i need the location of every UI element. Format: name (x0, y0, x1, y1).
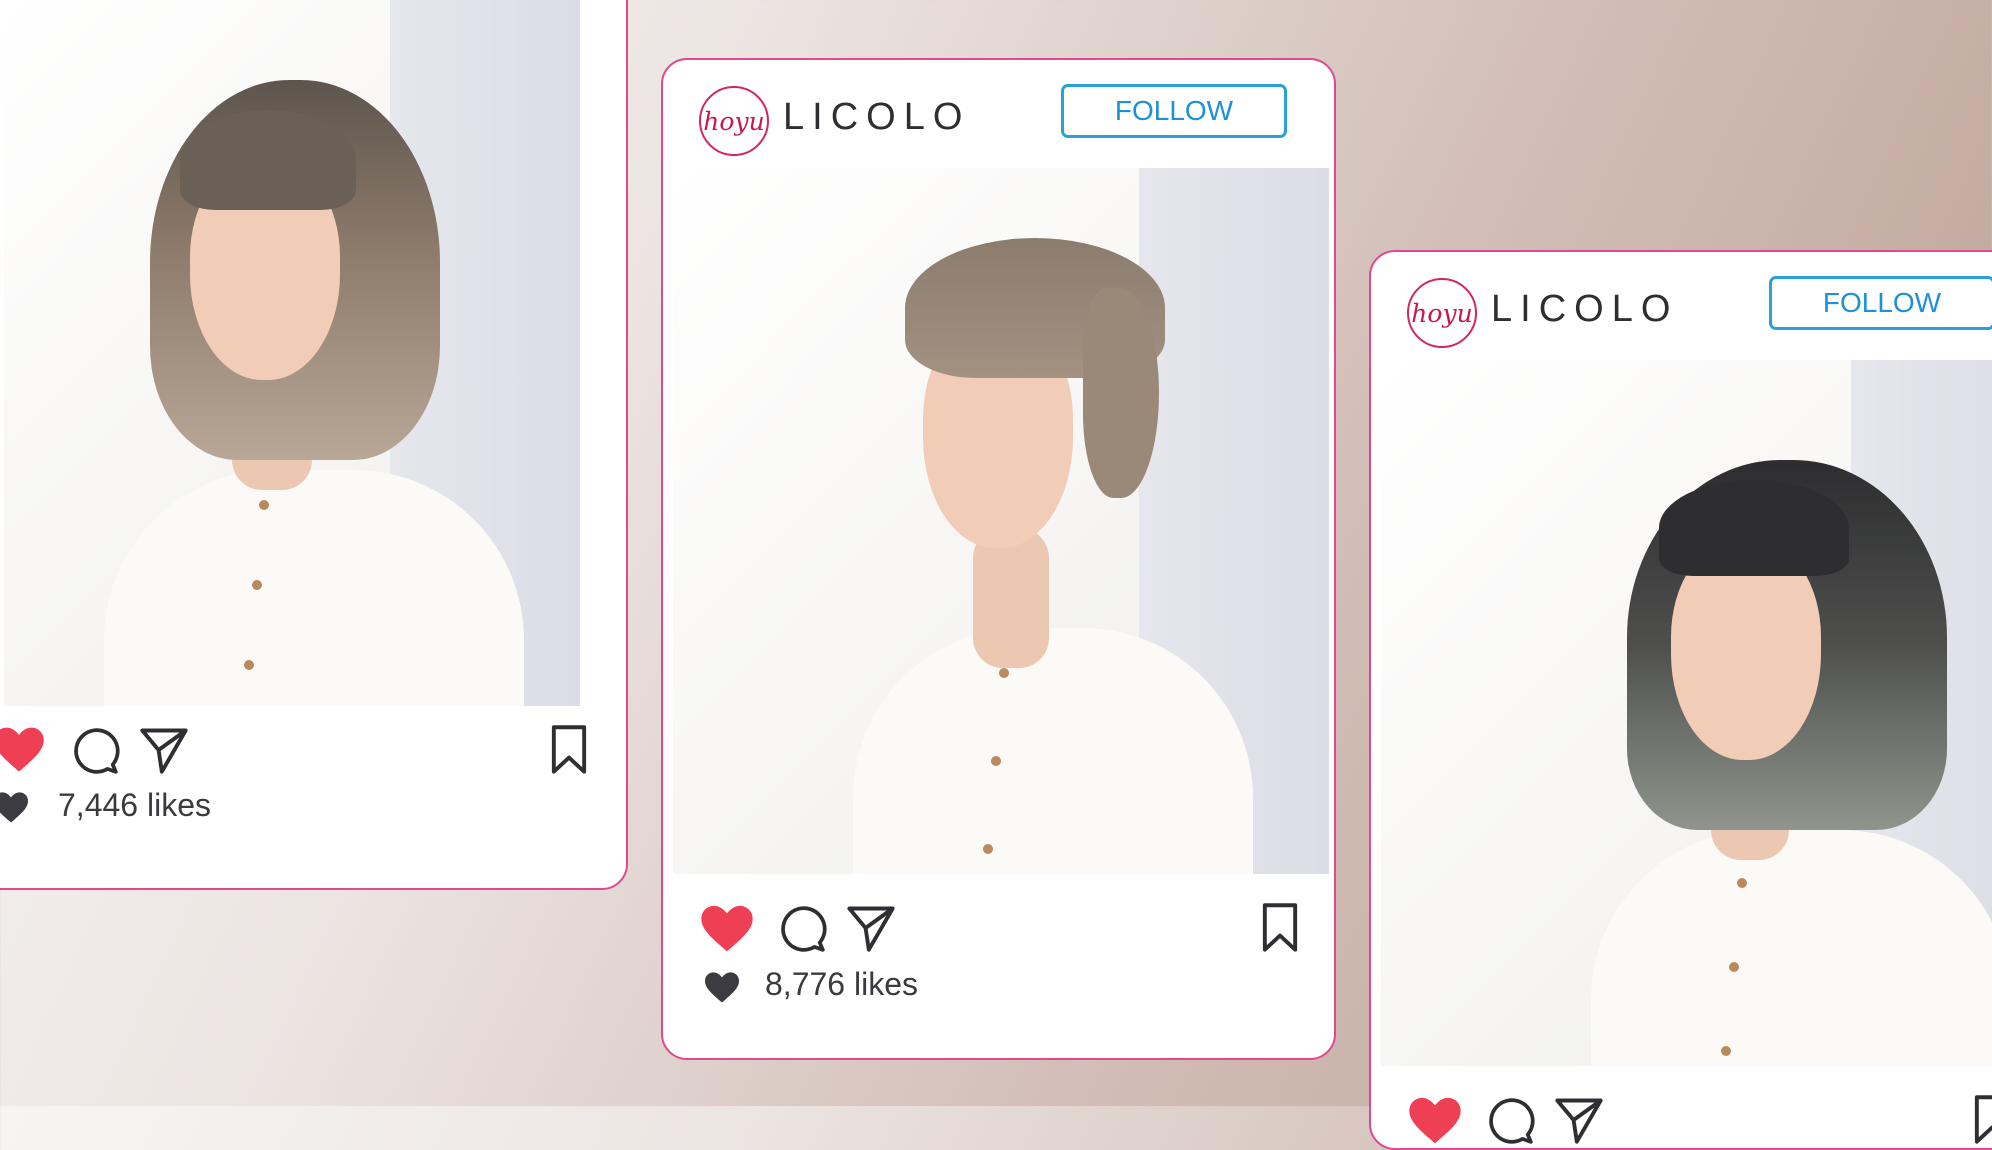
post-header: hoyu LICOLO FOLLOW (663, 60, 1334, 172)
share-icon[interactable] (1551, 1094, 1607, 1146)
bookmark-icon[interactable] (1259, 902, 1301, 954)
likes-count: 8,776 likes (765, 966, 918, 1002)
share-icon[interactable] (136, 724, 192, 776)
heart-icon[interactable] (699, 902, 755, 954)
brand-logo[interactable]: hoyu (1407, 278, 1477, 348)
likes-heart-icon (705, 972, 739, 1003)
brand-logo[interactable]: hoyu (699, 86, 769, 156)
brand-name[interactable]: LICOLO (1491, 288, 1678, 331)
follow-button[interactable]: FOLLOW (1769, 276, 1992, 330)
bookmark-icon[interactable] (548, 724, 590, 776)
likes-heart-icon (0, 792, 29, 823)
heart-icon[interactable] (1407, 1094, 1463, 1146)
post-photo[interactable] (4, 0, 580, 706)
post-header: hoyu LICOLO FOLLOW (1371, 252, 1992, 364)
comment-icon[interactable] (70, 726, 120, 776)
post-photo[interactable] (1381, 360, 1992, 1066)
post-photo[interactable] (673, 168, 1329, 874)
post-card: hoyu LICOLO FOLLOW (1369, 250, 1992, 1150)
post-card: 7,446 likes (0, 0, 628, 890)
comment-icon[interactable] (1485, 1096, 1535, 1146)
post-card: hoyu LICOLO FOLLOW 8,776 likes (661, 58, 1336, 1060)
follow-button[interactable]: FOLLOW (1061, 84, 1287, 138)
share-icon[interactable] (843, 902, 899, 954)
brand-name[interactable]: LICOLO (783, 96, 970, 139)
comment-icon[interactable] (777, 904, 827, 954)
heart-icon[interactable] (0, 724, 46, 774)
bookmark-icon[interactable] (1971, 1094, 1992, 1146)
likes-count: 7,446 likes (58, 787, 211, 823)
